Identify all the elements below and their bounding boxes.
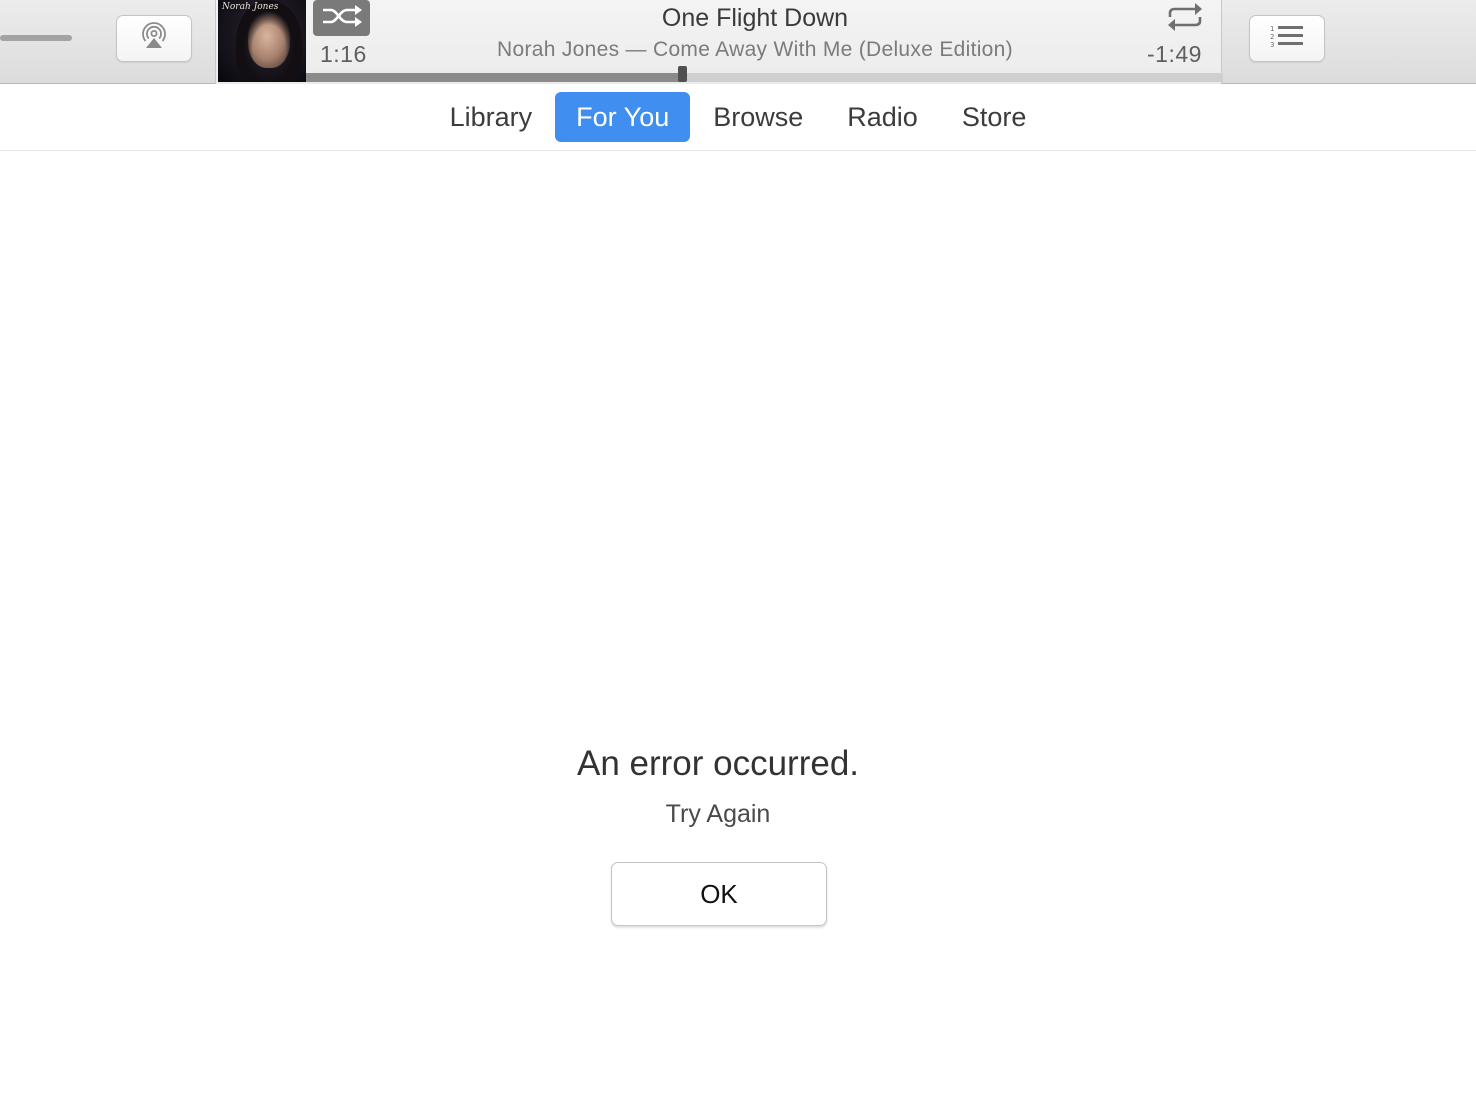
tab-for-you[interactable]: For You: [555, 92, 691, 142]
svg-text:1: 1: [1270, 25, 1274, 33]
player-toolbar: Norah Jones 1:16 One Flight Down Norah J…: [0, 0, 1476, 84]
up-next-button[interactable]: 1 2 3: [1249, 15, 1325, 62]
svg-text:2: 2: [1270, 33, 1274, 41]
tab-list: Library For You Browse Radio Store: [0, 92, 1476, 142]
progress-bar[interactable]: [306, 66, 1223, 82]
volume-slider[interactable]: [0, 35, 72, 41]
repeat-icon: [1164, 0, 1206, 39]
svg-text:3: 3: [1270, 41, 1274, 49]
tab-store[interactable]: Store: [941, 92, 1048, 142]
song-artist-album[interactable]: Norah Jones — Come Away With Me (Deluxe …: [216, 38, 1294, 62]
error-title: An error occurred.: [576, 744, 860, 783]
song-title: One Flight Down: [661, 4, 849, 32]
tab-browse[interactable]: Browse: [692, 92, 824, 142]
remaining-time: -1:49: [1147, 41, 1202, 67]
progress-fill: [306, 73, 682, 82]
tab-radio[interactable]: Radio: [826, 92, 939, 142]
tab-library[interactable]: Library: [429, 92, 554, 142]
progress-scrubber[interactable]: [677, 66, 687, 82]
navigation-tab-bar: Library For You Browse Radio Store: [0, 84, 1476, 151]
ok-button[interactable]: OK: [611, 862, 827, 926]
numbered-list-icon: 1 2 3: [1269, 23, 1305, 54]
airplay-icon: [138, 20, 170, 57]
repeat-button[interactable]: [1162, 2, 1208, 36]
airplay-button[interactable]: [116, 15, 192, 62]
now-playing-display: Norah Jones 1:16 One Flight Down Norah J…: [215, 0, 1223, 84]
error-subtitle: Try Again: [665, 800, 771, 828]
